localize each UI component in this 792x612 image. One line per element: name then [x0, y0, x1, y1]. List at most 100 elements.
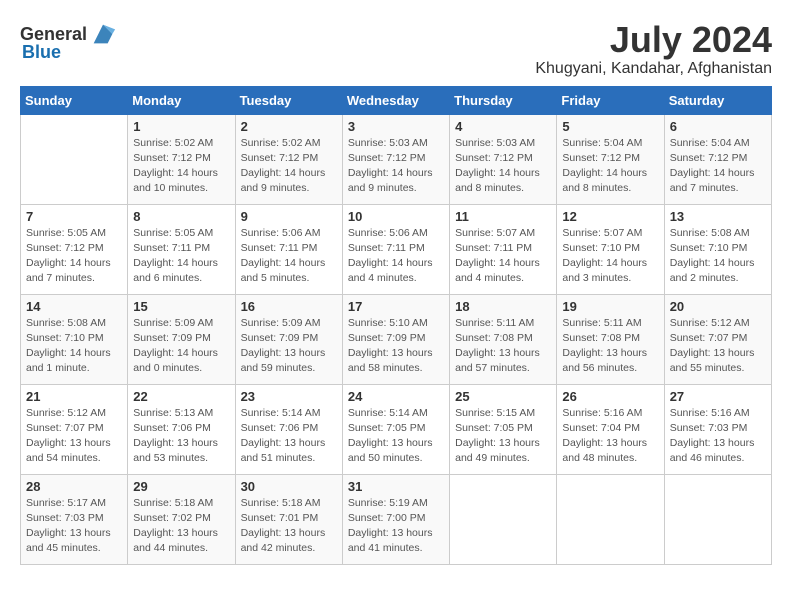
- calendar-day-cell: 2Sunrise: 5:02 AMSunset: 7:12 PMDaylight…: [235, 114, 342, 204]
- calendar-week-row: 14 Sunrise: 5:08 AMSunset: 7:10 PMDayligh…: [21, 294, 772, 384]
- logo: General Blue: [20, 20, 117, 63]
- day-number: 2: [241, 119, 337, 134]
- weekday-header-row: SundayMondayTuesdayWednesdayThursdayFrid…: [21, 86, 772, 114]
- day-number: 5: [562, 119, 658, 134]
- day-number: 30: [241, 479, 337, 494]
- calendar-day-cell: 28 Sunrise: 5:17 AMSunset: 7:03 PMDayligh…: [21, 474, 128, 564]
- day-number: 22: [133, 389, 229, 404]
- day-number: 17: [348, 299, 444, 314]
- day-number: 4: [455, 119, 551, 134]
- day-info: Sunrise: 5:07 AMSunset: 7:10 PMDaylight:…: [562, 226, 658, 287]
- day-info: Sunrise: 5:10 AMSunset: 7:09 PMDaylight:…: [348, 316, 444, 377]
- day-number: 10: [348, 209, 444, 224]
- day-info: Sunrise: 5:13 AMSunset: 7:06 PMDaylight:…: [133, 406, 229, 467]
- day-number: 29: [133, 479, 229, 494]
- day-number: 16: [241, 299, 337, 314]
- location-title: Khugyani, Kandahar, Afghanistan: [535, 60, 772, 78]
- day-info: Sunrise: 5:15 AMSunset: 7:05 PMDaylight:…: [455, 406, 551, 467]
- calendar-day-cell: 30 Sunrise: 5:18 AMSunset: 7:01 PMDayligh…: [235, 474, 342, 564]
- calendar-day-cell: 22 Sunrise: 5:13 AMSunset: 7:06 PMDayligh…: [128, 384, 235, 474]
- day-number: 11: [455, 209, 551, 224]
- day-info: Sunrise: 5:05 AMSunset: 7:11 PMDaylight:…: [133, 226, 229, 287]
- calendar-day-cell: 25 Sunrise: 5:15 AMSunset: 7:05 PMDayligh…: [450, 384, 557, 474]
- day-number: 21: [26, 389, 122, 404]
- calendar-day-cell: 24Sunrise: 5:14 AMSunset: 7:05 PMDayligh…: [342, 384, 449, 474]
- day-info: Sunrise: 5:08 AMSunset: 7:10 PMDaylight:…: [670, 226, 766, 287]
- calendar-day-cell: 1Sunrise: 5:02 AMSunset: 7:12 PMDaylight…: [128, 114, 235, 204]
- day-info: Sunrise: 5:14 AMSunset: 7:05 PMDaylight:…: [348, 406, 444, 467]
- calendar-day-cell: 3Sunrise: 5:03 AMSunset: 7:12 PMDaylight…: [342, 114, 449, 204]
- day-info: Sunrise: 5:02 AMSunset: 7:12 PMDaylight:…: [133, 136, 229, 197]
- day-info: Sunrise: 5:11 AMSunset: 7:08 PMDaylight:…: [455, 316, 551, 377]
- day-info: Sunrise: 5:16 AMSunset: 7:03 PMDaylight:…: [670, 406, 766, 467]
- calendar-week-row: 28 Sunrise: 5:17 AMSunset: 7:03 PMDayligh…: [21, 474, 772, 564]
- calendar-day-cell: 6Sunrise: 5:04 AMSunset: 7:12 PMDaylight…: [664, 114, 771, 204]
- calendar-day-cell: 4 Sunrise: 5:03 AMSunset: 7:12 PMDaylight…: [450, 114, 557, 204]
- calendar-day-cell: 14 Sunrise: 5:08 AMSunset: 7:10 PMDayligh…: [21, 294, 128, 384]
- calendar-day-cell: 16Sunrise: 5:09 AMSunset: 7:09 PMDayligh…: [235, 294, 342, 384]
- calendar-day-cell: 19 Sunrise: 5:11 AMSunset: 7:08 PMDayligh…: [557, 294, 664, 384]
- day-info: Sunrise: 5:07 AMSunset: 7:11 PMDaylight:…: [455, 226, 551, 287]
- weekday-header-friday: Friday: [557, 86, 664, 114]
- weekday-header-monday: Monday: [128, 86, 235, 114]
- day-number: 8: [133, 209, 229, 224]
- day-number: 31: [348, 479, 444, 494]
- logo-icon: [89, 20, 117, 48]
- calendar-day-cell: 31Sunrise: 5:19 AMSunset: 7:00 PMDayligh…: [342, 474, 449, 564]
- calendar-week-row: 21 Sunrise: 5:12 AMSunset: 7:07 PMDayligh…: [21, 384, 772, 474]
- calendar-day-cell: 10Sunrise: 5:06 AMSunset: 7:11 PMDayligh…: [342, 204, 449, 294]
- weekday-header-wednesday: Wednesday: [342, 86, 449, 114]
- calendar-day-cell: [21, 114, 128, 204]
- day-info: Sunrise: 5:05 AMSunset: 7:12 PMDaylight:…: [26, 226, 122, 287]
- weekday-header-thursday: Thursday: [450, 86, 557, 114]
- calendar-day-cell: 29 Sunrise: 5:18 AMSunset: 7:02 PMDayligh…: [128, 474, 235, 564]
- calendar-day-cell: 12Sunrise: 5:07 AMSunset: 7:10 PMDayligh…: [557, 204, 664, 294]
- calendar-day-cell: 5 Sunrise: 5:04 AMSunset: 7:12 PMDaylight…: [557, 114, 664, 204]
- weekday-header-saturday: Saturday: [664, 86, 771, 114]
- day-number: 23: [241, 389, 337, 404]
- day-info: Sunrise: 5:16 AMSunset: 7:04 PMDaylight:…: [562, 406, 658, 467]
- day-info: Sunrise: 5:14 AMSunset: 7:06 PMDaylight:…: [241, 406, 337, 467]
- day-number: 9: [241, 209, 337, 224]
- day-number: 26: [562, 389, 658, 404]
- weekday-header-tuesday: Tuesday: [235, 86, 342, 114]
- calendar-day-cell: [557, 474, 664, 564]
- calendar-day-cell: 8 Sunrise: 5:05 AMSunset: 7:11 PMDaylight…: [128, 204, 235, 294]
- day-number: 19: [562, 299, 658, 314]
- day-info: Sunrise: 5:11 AMSunset: 7:08 PMDaylight:…: [562, 316, 658, 377]
- calendar-day-cell: 15 Sunrise: 5:09 AMSunset: 7:09 PMDayligh…: [128, 294, 235, 384]
- day-info: Sunrise: 5:04 AMSunset: 7:12 PMDaylight:…: [562, 136, 658, 197]
- day-info: Sunrise: 5:03 AMSunset: 7:12 PMDaylight:…: [455, 136, 551, 197]
- month-year-title: July 2024: [535, 20, 772, 60]
- day-number: 27: [670, 389, 766, 404]
- calendar-day-cell: 21 Sunrise: 5:12 AMSunset: 7:07 PMDayligh…: [21, 384, 128, 474]
- calendar-table: SundayMondayTuesdayWednesdayThursdayFrid…: [20, 86, 772, 565]
- day-info: Sunrise: 5:09 AMSunset: 7:09 PMDaylight:…: [133, 316, 229, 377]
- day-info: Sunrise: 5:17 AMSunset: 7:03 PMDaylight:…: [26, 496, 122, 557]
- calendar-day-cell: [664, 474, 771, 564]
- title-block: July 2024 Khugyani, Kandahar, Afghanista…: [535, 20, 772, 78]
- day-number: 25: [455, 389, 551, 404]
- calendar-day-cell: [450, 474, 557, 564]
- day-info: Sunrise: 5:18 AMSunset: 7:01 PMDaylight:…: [241, 496, 337, 557]
- day-number: 14: [26, 299, 122, 314]
- calendar-day-cell: 18Sunrise: 5:11 AMSunset: 7:08 PMDayligh…: [450, 294, 557, 384]
- day-number: 13: [670, 209, 766, 224]
- calendar-week-row: 1Sunrise: 5:02 AMSunset: 7:12 PMDaylight…: [21, 114, 772, 204]
- calendar-day-cell: 20 Sunrise: 5:12 AMSunset: 7:07 PMDayligh…: [664, 294, 771, 384]
- calendar-day-cell: 27 Sunrise: 5:16 AMSunset: 7:03 PMDayligh…: [664, 384, 771, 474]
- day-info: Sunrise: 5:12 AMSunset: 7:07 PMDaylight:…: [26, 406, 122, 467]
- day-number: 3: [348, 119, 444, 134]
- calendar-day-cell: 7Sunrise: 5:05 AMSunset: 7:12 PMDaylight…: [21, 204, 128, 294]
- calendar-day-cell: 9 Sunrise: 5:06 AMSunset: 7:11 PMDaylight…: [235, 204, 342, 294]
- day-info: Sunrise: 5:18 AMSunset: 7:02 PMDaylight:…: [133, 496, 229, 557]
- day-info: Sunrise: 5:06 AMSunset: 7:11 PMDaylight:…: [241, 226, 337, 287]
- logo-blue: Blue: [22, 42, 61, 63]
- calendar-day-cell: 13 Sunrise: 5:08 AMSunset: 7:10 PMDayligh…: [664, 204, 771, 294]
- day-info: Sunrise: 5:12 AMSunset: 7:07 PMDaylight:…: [670, 316, 766, 377]
- day-info: Sunrise: 5:08 AMSunset: 7:10 PMDaylight:…: [26, 316, 122, 377]
- day-number: 28: [26, 479, 122, 494]
- calendar-day-cell: 11 Sunrise: 5:07 AMSunset: 7:11 PMDayligh…: [450, 204, 557, 294]
- day-number: 20: [670, 299, 766, 314]
- day-number: 15: [133, 299, 229, 314]
